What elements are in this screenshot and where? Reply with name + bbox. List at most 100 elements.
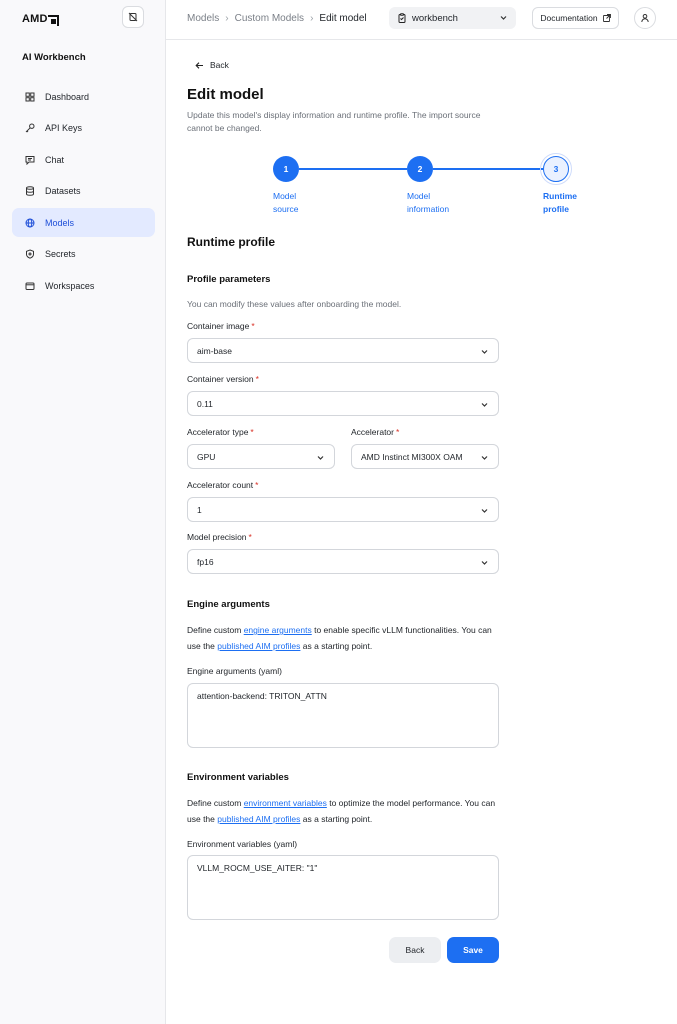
amd-logo[interactable]: AMD [22,13,59,26]
sidebar-toggle-button[interactable] [122,6,144,28]
engine-arguments-link[interactable]: engine arguments [244,625,312,635]
documentation-button[interactable]: Documentation [532,7,619,29]
step-1-circle[interactable]: 1 [273,156,299,182]
step-label-line: Model [407,191,431,201]
sidebar-item-dashboard[interactable]: Dashboard [12,82,155,111]
accelerator-count-label: Accelerator count * [187,480,258,490]
sidebar-item-label: Models [45,217,75,228]
sidebar-item-label: Secrets [45,249,76,260]
chevron-down-icon [500,16,507,20]
workspace-value: workbench [412,12,458,24]
sidebar-item-models[interactable]: Models [12,208,155,238]
sidebar-item-api-keys[interactable]: API Keys [12,114,155,143]
accelerator-type-select[interactable]: GPU [187,444,335,469]
step-label-line: source [273,204,299,214]
documentation-label: Documentation [540,13,598,23]
step-label-line: Model [273,191,297,201]
step-3-label: Runtime profile [543,190,603,216]
text: as a starting point. [300,813,373,824]
environment-variables-field-label: Environment variables (yaml) [187,839,298,849]
select-value: 0.11 [197,398,213,409]
text: as a starting point. [300,640,373,651]
container-version-select[interactable]: 0.11 [187,391,499,416]
sidebar-item-datasets[interactable]: Datasets [12,177,155,206]
environment-variables-textarea[interactable]: VLLM_ROCM_USE_AITER: "1" [187,855,499,920]
profile-parameters-heading: Profile parameters [187,274,271,285]
breadcrumb: Models › Custom Models › Edit model [187,0,367,36]
select-value: GPU [197,451,216,462]
container-version-label: Container version * [187,374,259,384]
sidebar-item-workspaces[interactable]: Workspaces [12,272,155,301]
back-label: Back [210,60,229,70]
workspace-icon [25,281,35,291]
required-mark: * [255,480,259,490]
app-title: AI Workbench [22,52,86,63]
step-number: 1 [283,164,289,174]
engine-arguments-textarea[interactable]: attention-backend: TRITON_ATTN [187,683,499,748]
step-label-line: Runtime [543,191,577,201]
accelerator-count-select[interactable]: 1 [187,497,499,522]
profile-parameters-help: You can modify these values after onboar… [187,299,402,309]
user-icon [641,14,649,23]
model-precision-label: Model precision * [187,532,252,542]
chevron-down-icon [481,350,488,354]
globe-icon [25,218,35,228]
sidebar-item-secrets[interactable]: Secrets [12,240,155,269]
container-image-select[interactable]: aim-base [187,338,499,363]
breadcrumb-custom-models[interactable]: Custom Models [235,13,304,24]
accelerator-label: Accelerator * [351,427,399,437]
breadcrumb-models[interactable]: Models [187,13,219,24]
sidebar-item-label: Workspaces [45,281,95,292]
environment-variables-description: Define custom environment variables to o… [187,796,505,827]
stepper-connector [433,168,543,170]
label-text: Accelerator type [187,427,249,437]
page-description: Update this model's display information … [187,110,481,133]
engine-arguments-field-label: Engine arguments (yaml) [187,666,282,676]
runtime-profile-heading: Runtime profile [187,235,276,249]
model-precision-select[interactable]: fp16 [187,549,499,574]
step-2-circle[interactable]: 2 [407,156,433,182]
container-image-label: Container image * [187,321,255,331]
label-text: Model precision [187,532,247,542]
sidebar-nav: Dashboard API Keys Chat Datasets Models [12,82,155,303]
chevron-down-icon [481,561,488,565]
step-3-circle[interactable]: 3 [540,153,572,185]
stepper: 1 Model source 2 Model information 3 Run… [273,153,577,216]
environment-variables-link[interactable]: environment variables [244,798,327,808]
step-2-label: Model information [407,190,467,216]
clipboard-icon [398,13,406,23]
page-title: Edit model [187,86,264,103]
text: Define custom [187,798,244,808]
select-value: fp16 [197,556,214,567]
chat-icon [25,155,35,165]
accelerator-type-label: Accelerator type * [187,427,254,437]
sidebar-collapse-icon [128,12,138,22]
key-icon [25,123,35,133]
sidebar: AMD AI Workbench Dashboard API Keys Chat [0,0,166,1024]
stepper-connector [299,168,407,170]
published-aim-profiles-link[interactable]: published AIM profiles [217,814,300,824]
back-button[interactable]: Back [389,937,441,963]
database-icon [25,186,35,197]
sidebar-item-label: API Keys [45,123,83,134]
published-aim-profiles-link[interactable]: published AIM profiles [217,641,300,651]
step-label-line: information [407,204,450,214]
back-link[interactable]: Back [195,60,229,70]
logo-text: AMD [22,13,48,25]
chevron-down-icon [481,403,488,407]
select-value: AMD Instinct MI300X OAM [361,451,463,462]
step-number: 2 [417,164,423,174]
user-menu-button[interactable] [634,7,656,29]
workspace-select[interactable]: workbench [389,7,516,29]
accelerator-select[interactable]: AMD Instinct MI300X OAM [351,444,499,469]
logo-mark-icon [47,14,59,26]
step-1-label: Model source [273,190,333,216]
label-text: Container version [187,374,254,384]
sidebar-item-chat[interactable]: Chat [12,145,155,174]
step-label-line: profile [543,204,569,214]
required-mark: * [248,532,252,542]
required-mark: * [255,374,259,384]
chevron-down-icon [481,509,488,513]
save-button[interactable]: Save [447,937,499,963]
engine-arguments-heading: Engine arguments [187,599,270,610]
